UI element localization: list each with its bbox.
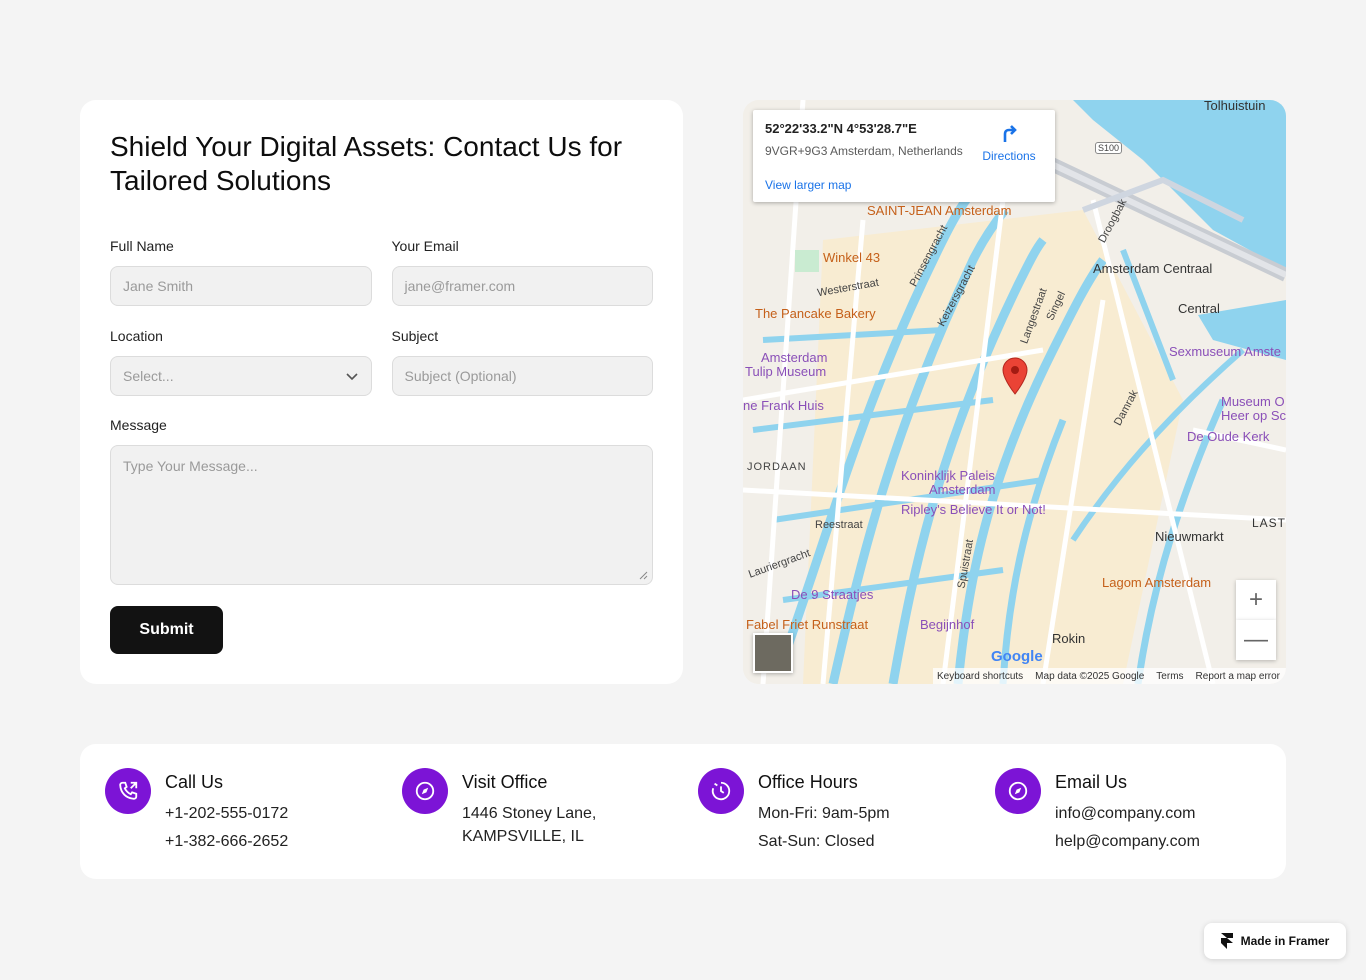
resize-handle-icon[interactable] [638,570,648,580]
map-label-begijnhof[interactable]: Begijnhof [920,617,974,632]
full-name-placeholder: Jane Smith [123,278,194,294]
google-logo: Google [991,648,1043,665]
location-label: Location [110,328,163,344]
map-label-paleis-2[interactable]: Amsterdam [929,482,995,497]
full-name-field: Full Name Jane Smith [110,238,372,306]
zoom-out-button[interactable]: — [1236,620,1276,660]
email-input[interactable]: jane@framer.com [391,266,653,306]
map-label-winkel[interactable]: Winkel 43 [823,250,880,265]
compass-icon [995,768,1041,814]
message-label: Message [110,417,167,433]
map-label-paleis-1[interactable]: Koninklijk Paleis [901,468,995,483]
map-label-central[interactable]: Central [1178,301,1220,316]
satellite-toggle[interactable] [753,633,793,673]
map-label-tolhuistuin[interactable]: Tolhuistuin [1204,100,1265,113]
map-label-museum-2[interactable]: Heer op Sc [1221,408,1286,423]
email-placeholder: jane@framer.com [404,278,516,294]
visit-office-title: Visit Office [462,772,548,792]
office-hours-text: Office Hours Mon-Fri: 9am-5pm Sat-Sun: C… [758,770,998,853]
map-label-reestraat: Reestraat [815,519,863,531]
email-us-title: Email Us [1055,772,1128,792]
directions-button[interactable]: Directions [981,122,1037,163]
map-label-nieuwmarkt[interactable]: Nieuwmarkt [1155,529,1224,544]
map-data-text: Map data ©2025 Google [1035,670,1145,682]
map-label-lagom[interactable]: Lagom Amsterdam [1102,575,1211,590]
subject-field: Subject Subject (Optional) [391,328,653,396]
subject-label: Subject [391,328,439,344]
map-label-tulip-1[interactable]: Amsterdam [761,350,827,365]
map-footer: Keyboard shortcuts Map data ©2025 Google… [933,668,1286,684]
full-name-label: Full Name [110,238,174,254]
map-label-jordaan: JORDAAN [747,461,807,473]
location-select[interactable]: Select... [110,356,372,396]
address-line-1: 1446 Stoney Lane, [462,805,597,822]
map-embed[interactable]: 52°22'33.2"N 4°53'28.7"E 9VGR+9G3 Amster… [743,100,1286,684]
made-in-framer-badge[interactable]: Made in Framer [1204,923,1346,959]
map-label-pancake[interactable]: The Pancake Bakery [755,306,876,321]
form-row-3: Message Type Your Message... [110,417,653,585]
map-label-last: LAST [1252,516,1286,530]
form-row-1: Full Name Jane Smith Your Email jane@fra… [110,238,653,306]
phone-1[interactable]: +1-202-555-0172 [165,802,405,825]
directions-icon [1003,125,1017,142]
location-field: Location Select... [110,328,372,396]
map-label-ripley[interactable]: Ripley's Believe It or Not! [901,502,1046,517]
clock-icon [698,768,744,814]
email-1[interactable]: info@company.com [1055,802,1295,825]
map-info-card: 52°22'33.2"N 4°53'28.7"E 9VGR+9G3 Amster… [753,110,1055,202]
map-label-saint-jean[interactable]: SAINT-JEAN Amsterdam [867,203,1011,218]
call-us-text: Call Us +1-202-555-0172 +1-382-666-2652 [165,770,405,853]
compass-icon [402,768,448,814]
map-label-museum-1[interactable]: Museum O [1221,394,1285,409]
zoom-in-button[interactable]: + [1236,580,1276,620]
phone-icon [105,768,151,814]
keyboard-shortcuts-link[interactable]: Keyboard shortcuts [937,671,1023,682]
map-label-frank[interactable]: ne Frank Huis [743,398,824,413]
email-us-text: Email Us info@company.com help@company.c… [1055,770,1295,853]
map-label-tulip-2[interactable]: Tulip Museum [745,364,826,379]
visit-office-text: Visit Office 1446 Stoney Lane, KAMPSVILL… [462,770,702,848]
directions-label: Directions [982,149,1036,163]
message-placeholder: Type Your Message... [123,458,258,474]
message-textarea[interactable]: Type Your Message... [110,445,653,585]
map-label-sexmuseum[interactable]: Sexmuseum Amste [1169,344,1281,359]
map-pin-icon[interactable] [1001,357,1029,395]
framer-logo-icon [1220,933,1233,949]
address-line-2: KAMPSVILLE, IL [462,828,584,845]
map-label-rokin[interactable]: Rokin [1052,631,1085,646]
location-value: Select... [123,368,174,384]
office-hours-title: Office Hours [758,772,858,792]
full-name-input[interactable]: Jane Smith [110,266,372,306]
terms-link[interactable]: Terms [1156,671,1183,682]
map-label-s100: S100 [1095,142,1123,154]
subject-placeholder: Subject (Optional) [404,368,517,384]
view-larger-map-link[interactable]: View larger map [765,178,851,192]
map-label-centraal[interactable]: Amsterdam Centraal [1093,261,1212,276]
made-in-framer-label: Made in Framer [1240,934,1330,948]
form-row-2: Location Select... Subject Subject (Opti… [110,328,653,396]
submit-button[interactable]: Submit [110,606,223,654]
email-2[interactable]: help@company.com [1055,830,1295,853]
message-field: Message Type Your Message... [110,417,653,585]
contact-form-card: Shield Your Digital Assets: Contact Us f… [80,100,683,684]
map-label-fabel[interactable]: Fabel Friet Runstraat [746,617,868,632]
email-field: Your Email jane@framer.com [391,238,653,306]
hours-weekend: Sat-Sun: Closed [758,833,875,850]
call-us-title: Call Us [165,772,224,792]
hours-weekdays: Mon-Fri: 9am-5pm [758,805,890,822]
report-error-link[interactable]: Report a map error [1196,671,1280,682]
map-label-negen-straatjes[interactable]: De 9 Straatjes [791,587,873,602]
phone-2[interactable]: +1-382-666-2652 [165,830,405,853]
contact-info-card: Call Us +1-202-555-0172 +1-382-666-2652 … [80,744,1286,879]
email-label: Your Email [391,238,459,254]
form-title: Shield Your Digital Assets: Contact Us f… [110,131,623,196]
subject-input[interactable]: Subject (Optional) [391,356,653,396]
chevron-down-icon [345,373,358,381]
map-label-oude-kerk[interactable]: De Oude Kerk [1187,429,1269,444]
